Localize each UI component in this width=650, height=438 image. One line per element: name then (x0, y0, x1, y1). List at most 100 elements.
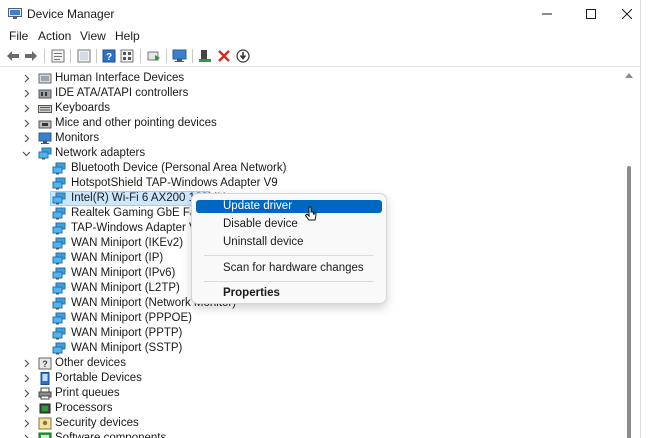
driver-icon (77, 49, 91, 63)
chevron-down-icon[interactable] (22, 149, 31, 158)
network-adapter-icon (52, 327, 66, 340)
disable-device-menu-item[interactable]: Disable device (196, 218, 382, 231)
network-adapter-icon (52, 282, 66, 295)
portable-device-icon (40, 372, 50, 385)
keyboard-icon (38, 105, 52, 113)
scroll-up-arrow-icon[interactable] (625, 72, 633, 78)
security-device-icon (38, 417, 52, 430)
chevron-right-icon[interactable] (22, 134, 31, 143)
tree-item-label: Security devices (55, 417, 139, 429)
chevron-right-icon[interactable] (22, 434, 31, 438)
network-adapter-icon (52, 297, 66, 310)
tree-item-label: Keyboards (55, 102, 110, 114)
toolbar-separator (70, 49, 71, 63)
uninstall-device-menu-item[interactable]: Uninstall device (196, 236, 382, 249)
maximize-icon (586, 9, 596, 19)
device-manager-app-icon (8, 8, 22, 19)
monitor-button[interactable] (171, 48, 187, 64)
help-button[interactable]: ? (101, 48, 117, 64)
toolbar-separator (96, 49, 97, 63)
tree-category-item[interactable]: Human Interface Devices (0, 71, 600, 86)
menu-view[interactable]: View (80, 29, 106, 43)
tree-category-item[interactable]: ? Other devices (0, 356, 600, 371)
tree-category-item[interactable]: Keyboards (0, 101, 600, 116)
window-edge (640, 0, 650, 438)
software-component-icon (38, 432, 52, 438)
tree-category-item[interactable]: Portable Devices (0, 371, 600, 386)
tree-item-label: WAN Miniport (IP) (71, 252, 164, 264)
menu-file[interactable]: File (9, 29, 28, 43)
chevron-right-icon[interactable] (22, 119, 31, 128)
uninstall-button[interactable] (216, 48, 232, 64)
network-adapter-icon (52, 342, 66, 355)
tree-item-label: WAN Miniport (PPTP) (71, 327, 183, 339)
chevron-right-icon[interactable] (22, 419, 31, 428)
tree-category-item[interactable]: Mice and other pointing devices (0, 116, 600, 131)
chevron-right-icon[interactable] (22, 104, 31, 113)
chevron-right-icon[interactable] (22, 359, 31, 368)
back-button[interactable] (5, 48, 21, 64)
update-driver-menu-item[interactable]: Update driver (196, 200, 382, 213)
other-devices-icon: ? (38, 357, 52, 370)
disable-button[interactable] (235, 48, 251, 64)
tree-item-label: Mice and other pointing devices (55, 117, 217, 129)
hid-icon (38, 73, 52, 84)
tree-category-item[interactable]: IDE ATA/ATAPI controllers (0, 86, 600, 101)
menu-help[interactable]: Help (115, 29, 140, 43)
tree-item-label: WAN Miniport (IKEv2) (71, 237, 184, 249)
close-icon (622, 9, 632, 19)
tree-item-label: Processors (55, 402, 113, 414)
vertical-scrollbar[interactable] (622, 68, 636, 438)
tree-item-label: WAN Miniport (PPPOE) (71, 312, 192, 324)
properties-button[interactable] (50, 48, 66, 64)
title-bar: Device Manager (0, 0, 650, 28)
tree-category-item[interactable]: Print queues (0, 386, 600, 401)
processor-icon (39, 403, 51, 414)
chevron-right-icon[interactable] (22, 404, 31, 413)
tree-device-item[interactable]: WAN Miniport (PPTP) (0, 326, 600, 341)
tree-device-item[interactable]: HotspotShield TAP-Windows Adapter V9 (0, 176, 600, 191)
toolbar-separator (140, 49, 141, 63)
update-driver-icon (199, 50, 211, 62)
svg-text:?: ? (42, 359, 48, 369)
tree-category-item[interactable]: Security devices (0, 416, 600, 431)
scan-hardware-menu-item[interactable]: Scan for hardware changes (196, 262, 382, 275)
tree-item-label: Print queues (55, 387, 120, 399)
chevron-right-icon[interactable] (22, 374, 31, 383)
tree-item-label: Other devices (55, 357, 126, 369)
tree-device-item[interactable]: WAN Miniport (PPPOE) (0, 311, 600, 326)
update-driver-button[interactable] (197, 48, 213, 64)
tree-category-item[interactable]: Processors (0, 401, 600, 416)
ide-controller-icon (38, 89, 52, 99)
scan-hardware-button[interactable] (146, 48, 162, 64)
chevron-right-icon[interactable] (22, 389, 31, 398)
printer-icon (38, 387, 52, 400)
view-button[interactable] (119, 48, 135, 64)
tree-item-label: WAN Miniport (L2TP) (71, 282, 180, 294)
network-adapter-icon (52, 237, 66, 250)
tree-item-label: Human Interface Devices (55, 72, 185, 84)
back-arrow-icon (7, 51, 19, 61)
minimize-button[interactable] (524, 0, 570, 28)
tree-category-item[interactable]: Monitors (0, 131, 600, 146)
network-adapter-icon (52, 192, 66, 205)
properties-menu-item[interactable]: Properties (196, 287, 382, 300)
tree-category-item[interactable]: Network adapters (0, 146, 600, 161)
monitor-icon (172, 49, 186, 62)
tree-category-item[interactable]: Software components (0, 431, 600, 438)
menu-action[interactable]: Action (38, 29, 71, 43)
tree-device-item[interactable]: Bluetooth Device (Personal Area Network) (0, 161, 600, 176)
toolbar-separator (166, 49, 167, 63)
context-menu-label: Properties (223, 287, 280, 299)
mouse-icon (38, 120, 52, 129)
network-adapter-icon (52, 222, 66, 235)
chevron-right-icon[interactable] (22, 89, 31, 98)
svg-text:?: ? (106, 52, 112, 63)
tree-item-label: WAN Miniport (IPv6) (71, 267, 176, 279)
chevron-right-icon[interactable] (22, 74, 31, 83)
tree-device-item[interactable]: WAN Miniport (SSTP) (0, 341, 600, 356)
scrollbar-thumb[interactable] (627, 166, 631, 438)
driver-button[interactable] (76, 48, 92, 64)
forward-button[interactable] (23, 48, 39, 64)
context-menu-label: Update driver (223, 200, 293, 212)
